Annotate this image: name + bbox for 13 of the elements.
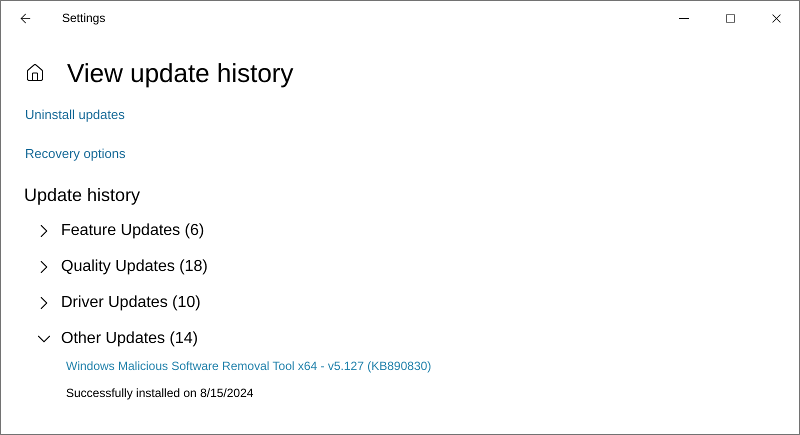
link[interactable]: Recovery options [25, 145, 126, 163]
group-toggle[interactable]: Quality Updates (18) [33, 249, 799, 285]
section-title: Update history [24, 184, 142, 207]
group-toggle[interactable]: Driver Updates (10) [33, 285, 799, 321]
page-title: View update history [67, 57, 294, 90]
group-toggle[interactable]: Feature Updates (6) [33, 213, 799, 249]
group-toggle[interactable]: Other Updates (14) [33, 321, 799, 357]
home-icon[interactable] [25, 63, 45, 83]
window-title: Settings [62, 10, 106, 27]
maximize-icon [724, 12, 736, 24]
update-link[interactable]: Windows Malicious Software Removal Tool x64 - v5.127 (KB890830) [66, 357, 432, 375]
link[interactable]: Uninstall updates [25, 106, 125, 124]
install-status: Successfully installed on 8/15/2024 [66, 385, 254, 402]
